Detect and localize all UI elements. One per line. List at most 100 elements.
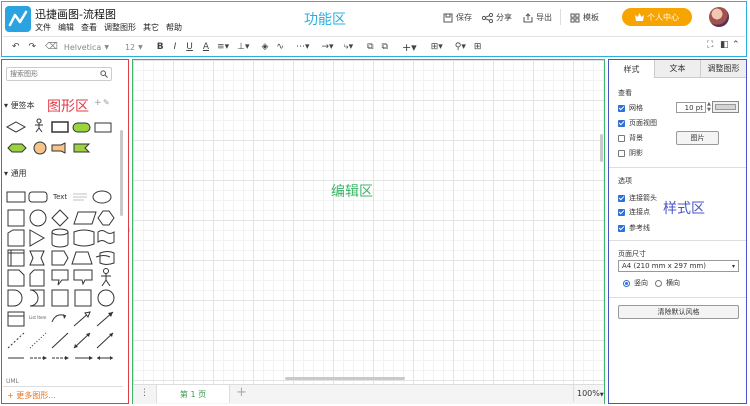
add-favorite-icon[interactable]: + bbox=[94, 98, 102, 108]
menu-help[interactable]: 帮助 bbox=[166, 22, 182, 33]
font-size-select[interactable]: 12 bbox=[125, 43, 135, 52]
landscape-label: 横向 bbox=[666, 279, 680, 287]
search-icon[interactable] bbox=[100, 70, 108, 78]
share-button[interactable]: 分享 bbox=[482, 12, 512, 23]
fullscreen-icon[interactable]: ⛶ bbox=[707, 40, 713, 50]
zoom-select[interactable]: 100%▼ bbox=[577, 389, 604, 398]
reset-style-button[interactable]: 清除默认风格 bbox=[618, 305, 739, 319]
favorites-shapes[interactable] bbox=[5, 118, 117, 158]
table-icon[interactable]: ⊞▾ bbox=[431, 42, 443, 52]
vertical-align-icon[interactable]: ⊥▾ bbox=[237, 42, 249, 52]
format-panel-icon[interactable]: ◧ bbox=[720, 40, 729, 50]
menu-adjust-shape[interactable]: 调整图形 bbox=[104, 22, 136, 33]
portrait-label: 竖向 bbox=[634, 279, 648, 287]
page-view-checkbox[interactable] bbox=[618, 119, 625, 127]
text-shape[interactable]: Text bbox=[53, 193, 67, 201]
favorites-section-title[interactable]: ▾ 便签本 bbox=[4, 100, 35, 111]
magic-wand-icon[interactable]: ⚲▾ bbox=[455, 42, 466, 52]
font-family-select[interactable]: Helvetica bbox=[64, 43, 101, 52]
waypoint-icon[interactable]: ⤷▾ bbox=[344, 42, 354, 52]
search-input[interactable] bbox=[10, 69, 98, 79]
connector-icon[interactable]: →▾ bbox=[321, 42, 333, 52]
shape-search-box[interactable] bbox=[6, 67, 112, 81]
page-size-value: A4 (210 mm x 297 mm) bbox=[622, 262, 706, 270]
guides-checkbox[interactable] bbox=[618, 224, 625, 232]
app-logo[interactable] bbox=[5, 6, 31, 32]
layout-icon[interactable]: ⊞ bbox=[474, 42, 482, 52]
menu-other[interactable]: 其它 bbox=[143, 22, 159, 33]
grid-checkbox[interactable] bbox=[618, 104, 625, 112]
connection-points-option[interactable]: 连接点 bbox=[618, 207, 650, 217]
connection-arrows-checkbox[interactable] bbox=[618, 194, 625, 202]
crown-icon bbox=[635, 13, 644, 21]
italic-icon[interactable]: I bbox=[174, 42, 177, 52]
underline-icon[interactable]: U bbox=[186, 42, 193, 52]
toolbar-divider bbox=[3, 36, 745, 37]
clear-format-icon[interactable]: ⌫ bbox=[45, 42, 58, 52]
edit-favorite-icon[interactable]: ✎ bbox=[103, 98, 110, 107]
image-button[interactable]: 图片 bbox=[676, 131, 719, 145]
to-front-icon[interactable]: ⧉ bbox=[367, 42, 373, 52]
page-size-select[interactable]: A4 (210 mm x 297 mm) ▾ bbox=[618, 260, 739, 272]
more-shapes-link[interactable]: + 更多图形... bbox=[7, 390, 56, 401]
shadow-option[interactable]: 阴影 bbox=[618, 148, 643, 158]
user-center-button[interactable]: 个人中心 bbox=[622, 8, 692, 26]
grid-color-button[interactable] bbox=[712, 101, 739, 113]
guides-option[interactable]: 参考线 bbox=[618, 223, 650, 233]
canvas[interactable] bbox=[132, 59, 605, 404]
panel-splitter-handle[interactable]: ⁞ bbox=[128, 227, 130, 234]
menu-edit[interactable]: 编辑 bbox=[58, 22, 74, 33]
canvas-horizontal-scrollbar[interactable] bbox=[285, 377, 405, 380]
section-divider-3 bbox=[609, 297, 746, 298]
font-color-icon[interactable]: A bbox=[203, 42, 209, 52]
share-icon bbox=[482, 12, 493, 23]
connection-arrows-option[interactable]: 连接箭头 bbox=[618, 193, 657, 203]
list-item-shape[interactable]: List Item bbox=[29, 315, 46, 320]
line-color-icon[interactable]: ∿ bbox=[276, 42, 284, 52]
grid-size-spinner-icon[interactable]: ▲ ▼ bbox=[707, 101, 711, 113]
redo-icon[interactable]: ↷ bbox=[29, 42, 37, 52]
grid-option[interactable]: 网格 bbox=[618, 103, 643, 113]
grid-size-input[interactable]: 10 pt bbox=[676, 102, 706, 113]
logo-icon bbox=[8, 10, 28, 27]
undo-icon[interactable]: ↶ bbox=[12, 42, 20, 52]
grid-label: 网格 bbox=[629, 104, 643, 112]
uml-section-title[interactable]: UML bbox=[6, 378, 19, 385]
landscape-radio[interactable] bbox=[655, 279, 662, 287]
export-button[interactable]: 导出 bbox=[523, 12, 552, 23]
fill-color-icon[interactable]: ◈ bbox=[261, 42, 268, 52]
portrait-option[interactable]: 竖向 横向 bbox=[623, 278, 680, 288]
page-menu-icon[interactable]: ⋮ bbox=[140, 388, 149, 398]
connection-points-checkbox[interactable] bbox=[618, 208, 625, 216]
shadow-checkbox[interactable] bbox=[618, 149, 625, 157]
collapse-icon[interactable]: ⌃ bbox=[732, 40, 740, 50]
general-section-title[interactable]: ▾ 通用 bbox=[4, 168, 27, 179]
save-button[interactable]: 保存 bbox=[443, 12, 472, 23]
bold-icon[interactable]: B bbox=[157, 42, 164, 52]
background-option[interactable]: 背景 bbox=[618, 133, 643, 143]
add-page-icon[interactable]: + bbox=[236, 385, 247, 400]
tab-arrange[interactable]: 调整图形 bbox=[701, 60, 746, 78]
canvas-vertical-scrollbar[interactable] bbox=[600, 134, 603, 162]
template-button[interactable]: 模板 bbox=[570, 12, 599, 23]
background-checkbox[interactable] bbox=[618, 134, 625, 142]
insert-icon[interactable]: +▾ bbox=[402, 41, 417, 54]
page-view-option[interactable]: 页面视图 bbox=[618, 118, 657, 128]
tab-style[interactable]: 样式 bbox=[609, 60, 655, 78]
avatar[interactable] bbox=[709, 7, 729, 27]
shapes-scrollbar[interactable] bbox=[120, 130, 123, 216]
template-label: 模板 bbox=[583, 13, 599, 22]
shapes-area-label: 图形区 bbox=[47, 99, 89, 115]
tab-page-1[interactable]: 第 1 页 bbox=[156, 385, 230, 403]
page-size-section-title: 页面尺寸 bbox=[618, 250, 646, 258]
tab-text[interactable]: 文本 bbox=[655, 60, 701, 78]
general-shapes-grid[interactable] bbox=[6, 188, 116, 364]
share-label: 分享 bbox=[496, 13, 512, 22]
portrait-radio[interactable] bbox=[623, 279, 630, 287]
menu-file[interactable]: 文件 bbox=[35, 22, 51, 33]
page-view-label: 页面视图 bbox=[629, 119, 657, 127]
line-style-icon[interactable]: ⋯▾ bbox=[296, 42, 310, 52]
align-icon[interactable]: ≡▾ bbox=[217, 42, 229, 52]
menu-view[interactable]: 查看 bbox=[81, 22, 97, 33]
to-back-icon[interactable]: ⧉ bbox=[382, 42, 388, 52]
